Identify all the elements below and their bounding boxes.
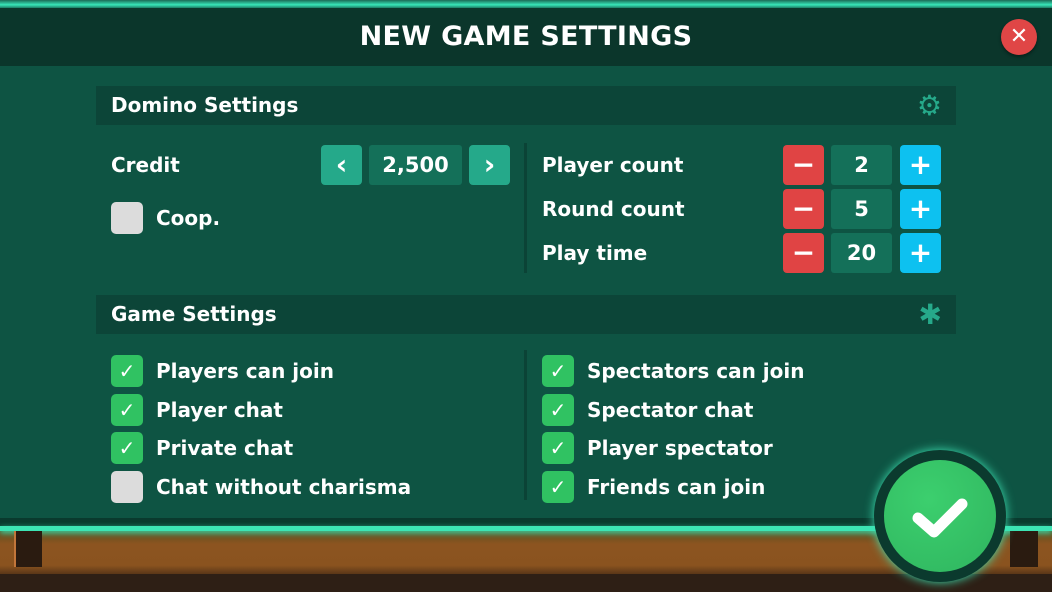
coop-label: Coop.	[156, 206, 221, 230]
chevron-left-icon: ‹	[335, 148, 348, 181]
setting-label: Friends can join	[587, 474, 766, 499]
setting-label: Chat without charisma	[156, 474, 412, 499]
setting-label: Players can join	[156, 359, 334, 383]
decrease-button[interactable]: −	[783, 189, 824, 229]
setting-label: Player chat	[156, 397, 283, 422]
increase-button[interactable]: +	[900, 145, 941, 185]
decrease-button[interactable]: −	[783, 233, 824, 273]
gear-icon: ⚙	[916, 89, 942, 122]
setting-label: Player spectator	[587, 436, 773, 460]
plus-icon: +	[908, 236, 933, 269]
minus-icon: −	[791, 192, 816, 225]
stepper-value: 5	[831, 189, 892, 229]
close-button[interactable]: ✕	[1001, 19, 1037, 55]
check-icon: ✓	[118, 397, 136, 422]
column-divider	[524, 350, 527, 500]
minus-icon: −	[791, 236, 816, 269]
increase-button[interactable]: +	[900, 189, 941, 229]
confirm-button[interactable]	[884, 460, 996, 572]
column-divider	[524, 143, 527, 273]
setting-checkbox[interactable]: ✓	[542, 470, 574, 503]
page-title: NEW GAME SETTINGS	[359, 21, 693, 52]
check-icon: ✓	[118, 436, 136, 460]
close-icon: ✕	[1009, 24, 1029, 49]
stepper-label: Round count	[542, 197, 685, 221]
chevron-right-icon: ›	[483, 148, 496, 181]
credit-increase-button[interactable]: ›	[469, 145, 510, 185]
people-circle-icon: ✱	[918, 298, 942, 331]
stepper-value: 2	[831, 145, 892, 185]
wood-cap-right	[1010, 531, 1038, 567]
wood-shadow	[0, 574, 1052, 592]
stepper-value: 20	[831, 233, 892, 273]
check-icon: ✓	[118, 359, 136, 383]
setting-checkbox[interactable]: ✓	[542, 432, 574, 464]
setting-checkbox[interactable]: ✓	[111, 355, 143, 387]
wood-cap-left	[14, 531, 42, 567]
setting-label: Spectator chat	[587, 397, 754, 422]
check-icon: ✓	[549, 359, 567, 383]
coop-checkbox[interactable]	[111, 202, 143, 234]
credit-value: 2,500	[369, 145, 462, 185]
section-title: Game Settings	[111, 302, 277, 326]
minus-icon: −	[791, 148, 816, 181]
setting-checkbox[interactable]: ✓	[111, 432, 143, 464]
check-icon: ✓	[549, 474, 567, 499]
game-settings-header: Game Settings ✱	[96, 295, 956, 334]
decrease-button[interactable]: −	[783, 145, 824, 185]
setting-label: Private chat	[156, 436, 294, 460]
checkmark-icon	[912, 498, 968, 538]
credit-label: Credit	[111, 153, 180, 177]
setting-checkbox[interactable]: ✓	[111, 393, 143, 426]
check-icon: ✓	[549, 436, 567, 460]
plus-icon: +	[908, 148, 933, 181]
credit-decrease-button[interactable]: ‹	[321, 145, 362, 185]
section-title: Domino Settings	[111, 93, 299, 117]
setting-checkbox[interactable]: ✓	[542, 393, 574, 426]
setting-label: Spectators can join	[587, 359, 805, 383]
plus-icon: +	[908, 192, 933, 225]
domino-settings-header: Domino Settings ⚙	[96, 86, 956, 125]
stepper-label: Player count	[542, 153, 684, 177]
setting-checkbox[interactable]: ✓	[542, 355, 574, 387]
increase-button[interactable]: +	[900, 233, 941, 273]
check-icon: ✓	[549, 397, 567, 422]
setting-checkbox[interactable]	[111, 470, 143, 503]
stepper-label: Play time	[542, 241, 648, 265]
top-border	[0, 0, 1052, 8]
